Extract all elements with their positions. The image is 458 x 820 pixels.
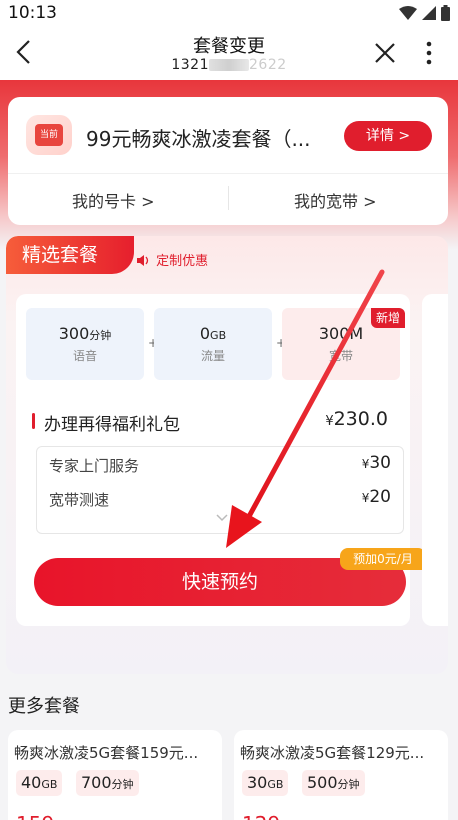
- gift-price-value: 230.0: [333, 408, 388, 430]
- gift-item-price: ¥20: [362, 487, 391, 507]
- data-value: 0: [199, 324, 211, 343]
- prepay-badge: 预加0元/月: [340, 548, 426, 570]
- phone-suffix: 2622: [249, 57, 287, 73]
- chip-data-value: 30: [247, 773, 268, 792]
- data-chip: 40GB: [16, 770, 63, 796]
- chip-data-unit: GB: [267, 778, 284, 791]
- speaker-icon: [137, 255, 149, 266]
- feature-voice-label: 语音: [72, 349, 97, 363]
- gift-item-name: 专家上门服务: [49, 457, 140, 475]
- chip-data-unit: GB: [41, 778, 58, 791]
- feature-data-label: 流量: [200, 349, 225, 363]
- chip-minutes-unit: 分钟: [111, 778, 134, 791]
- gift-item-value: 20: [369, 487, 391, 507]
- feature-data-value: 0GB: [154, 324, 272, 343]
- custom-offer: 定制优惠: [136, 250, 208, 269]
- gift-item-price: ¥30: [362, 453, 391, 473]
- more-plan-price: 159: [16, 812, 54, 820]
- feature-voice-value: 300分钟: [26, 324, 144, 343]
- more-plan-name: 畅爽冰激凌5G套餐129元...: [240, 744, 425, 762]
- voice-value: 300: [58, 324, 90, 343]
- more-icon[interactable]: [422, 40, 436, 66]
- next-package-card[interactable]: [422, 294, 448, 626]
- chip-minutes-value: 700: [81, 773, 112, 792]
- gift-price: ¥230.0: [325, 408, 388, 430]
- close-icon[interactable]: [372, 40, 398, 66]
- data-unit: GB: [210, 329, 227, 342]
- gift-price-symbol: ¥: [325, 414, 334, 429]
- custom-offer-label: 定制优惠: [156, 254, 209, 269]
- feature-voice: 300分钟 语音: [26, 308, 144, 380]
- phone-prefix: 1321: [171, 57, 209, 73]
- broadband-value: 300M: [318, 324, 364, 343]
- nav-bar: 套餐变更 1321 2622: [0, 26, 458, 80]
- my-broadband-link[interactable]: 我的宽带 >: [294, 188, 377, 212]
- phone-mask: [209, 59, 249, 71]
- selected-plans-panel: 精选套餐 定制优惠 300分钟 语音 + 0GB 流量 + 300M 宽带 新增…: [6, 236, 448, 674]
- current-plan-links: 我的号卡 > 我的宽带 >: [8, 173, 448, 221]
- voice-unit: 分钟: [89, 329, 112, 342]
- wifi-icon: [399, 6, 417, 20]
- new-badge: 新增: [371, 308, 405, 328]
- package-card[interactable]: 300分钟 语音 + 0GB 流量 + 300M 宽带 新增 办理再得福利礼包 …: [16, 294, 426, 626]
- gift-title: 办理再得福利礼包: [32, 410, 180, 435]
- my-sim-card-link[interactable]: 我的号卡 >: [72, 188, 155, 212]
- data-chip: 30GB: [242, 770, 289, 796]
- chip-data-value: 40: [21, 773, 42, 792]
- chip-minutes-value: 500: [307, 773, 338, 792]
- chip-minutes-unit: 分钟: [337, 778, 360, 791]
- current-plan-name: 99元畅爽冰激凌套餐（...: [86, 127, 311, 151]
- current-plan-card: 当前 99元畅爽冰激凌套餐（... 详情 > 我的号卡 > 我的宽带 >: [8, 97, 448, 225]
- detail-button[interactable]: 详情 >: [344, 121, 432, 151]
- minutes-chip: 500分钟: [302, 770, 365, 796]
- more-plan-card[interactable]: 畅爽冰激凌5G套餐129元... 30GB 500分钟 129: [234, 730, 448, 820]
- minutes-chip: 700分钟: [76, 770, 139, 796]
- battery-icon: [441, 5, 450, 21]
- current-plan-icon: 当前: [26, 115, 72, 155]
- more-plan-name: 畅爽冰激凌5G套餐159元...: [14, 744, 199, 762]
- feature-data: 0GB 流量: [154, 308, 272, 380]
- gift-item-value: 30: [369, 453, 391, 473]
- more-plan-price: 129: [242, 812, 280, 820]
- feature-broadband-label: 宽带: [328, 349, 353, 363]
- signal-icon: [422, 6, 436, 20]
- current-badge: 当前: [35, 124, 63, 146]
- status-time: 10:13: [8, 3, 57, 23]
- chevron-down-icon[interactable]: [215, 513, 229, 523]
- links-divider: [228, 186, 229, 210]
- status-icons: [399, 5, 450, 21]
- selected-plans-tag: 精选套餐: [6, 236, 134, 274]
- gift-list: 专家上门服务 ¥30 宽带测速 ¥20: [36, 446, 404, 534]
- more-plans-title: 更多套餐: [8, 696, 80, 717]
- status-bar: 10:13: [0, 0, 458, 26]
- gift-item-name: 宽带测速: [49, 491, 110, 509]
- more-plan-card[interactable]: 畅爽冰激凌5G套餐159元... 40GB 700分钟 159: [8, 730, 222, 820]
